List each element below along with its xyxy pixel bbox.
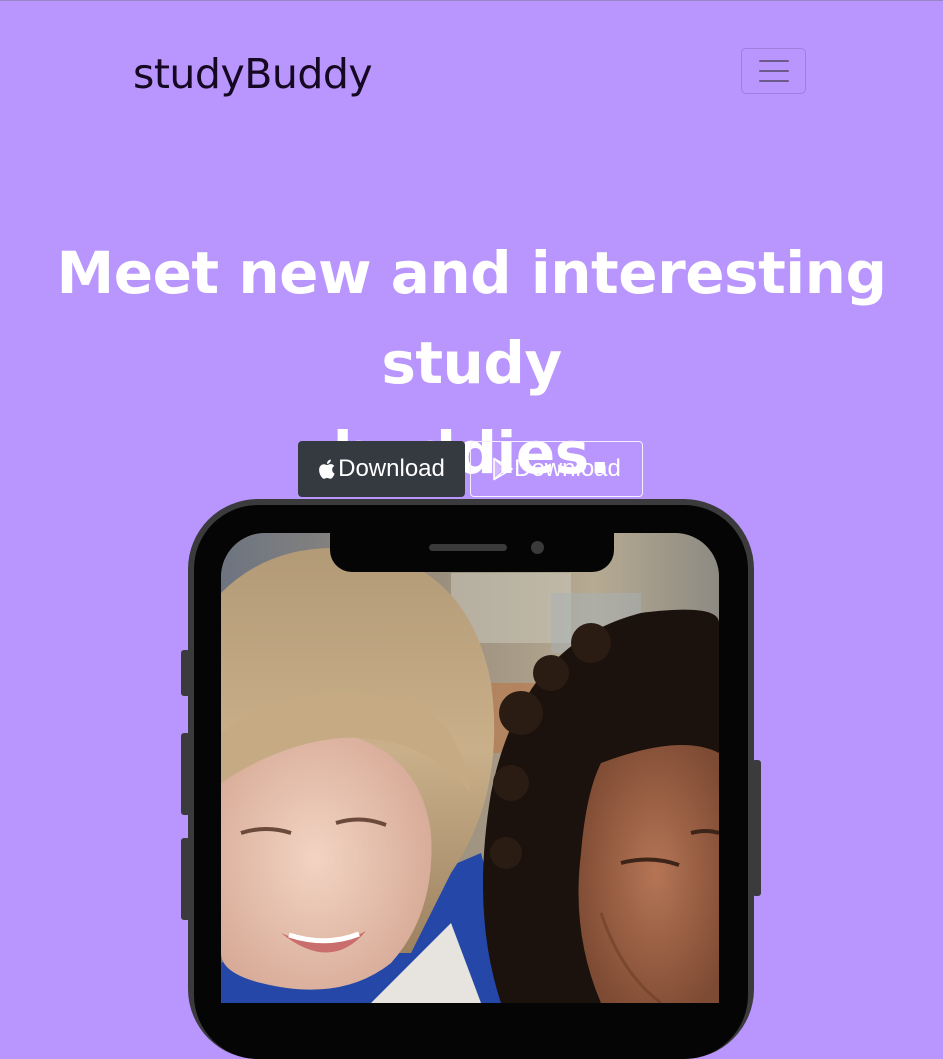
study-buddies-photo — [221, 533, 719, 1003]
navbar-toggle-button[interactable] — [741, 48, 806, 94]
app-store-download-label: Download — [338, 455, 445, 482]
hamburger-menu-icon — [758, 60, 789, 62]
top-border — [0, 0, 943, 1]
brand-logo-text[interactable]: studyBuddy — [133, 44, 373, 104]
app-store-download-button[interactable]: Download — [298, 441, 465, 497]
google-play-icon — [492, 457, 514, 481]
phone-screen-photo — [221, 533, 719, 1003]
apple-icon — [318, 458, 338, 480]
hero-headline-line1: Meet new and interesting study — [56, 239, 887, 397]
google-play-download-label: Download — [514, 455, 621, 482]
phone-camera — [531, 541, 544, 554]
phone-speaker — [429, 544, 507, 551]
google-play-download-button[interactable]: Download — [470, 441, 643, 497]
phone-notch — [330, 530, 614, 572]
hamburger-menu-icon-bar — [758, 80, 789, 82]
hamburger-menu-icon-bar — [758, 70, 789, 72]
